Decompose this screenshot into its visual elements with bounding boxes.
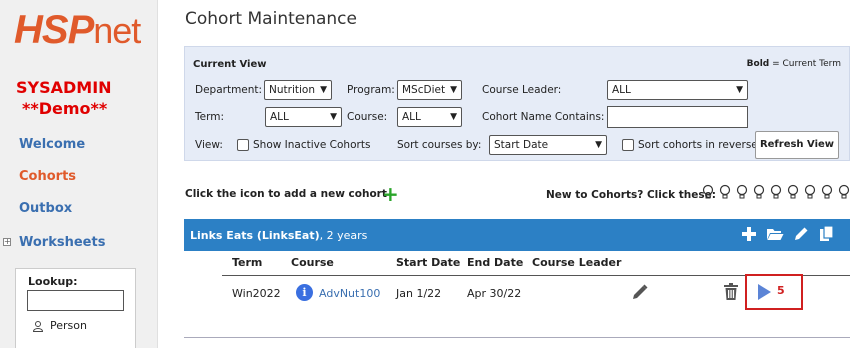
lightbulb-icon[interactable] <box>804 184 816 200</box>
lookup-input[interactable] <box>27 290 124 311</box>
play-count[interactable]: 5 <box>777 284 785 297</box>
add-cohort-icon[interactable]: + <box>382 182 399 206</box>
info-icon[interactable]: i <box>296 284 313 301</box>
person-icon <box>32 320 44 332</box>
sidebar-item-outbox[interactable]: Outbox <box>19 201 72 216</box>
user-role: SYSADMIN <box>16 78 112 97</box>
column-header-course-leader: Course Leader <box>532 256 622 269</box>
term-cell: Win2022 <box>232 287 281 300</box>
lookup-label: Lookup: <box>28 275 78 288</box>
column-header-course: Course <box>291 256 334 269</box>
term-label: Term: <box>195 111 224 123</box>
lightbulb-icon[interactable] <box>770 184 782 200</box>
course-link[interactable]: AdvNut100 <box>319 287 380 300</box>
play-icon[interactable] <box>756 283 772 301</box>
lightbulb-icon[interactable] <box>838 184 850 200</box>
cohort-header-bar: Links Eats (LinksEat), 2 years <box>184 219 850 251</box>
pencil-icon[interactable] <box>792 225 810 243</box>
cohort-actions <box>740 225 836 243</box>
program-select[interactable]: MScDiet ▼ <box>397 80 462 100</box>
department-select[interactable]: Nutrition ▼ <box>264 80 332 100</box>
sort-reverse-checkbox[interactable] <box>622 139 634 151</box>
lightbulb-icon[interactable] <box>821 184 833 200</box>
course-leader-select[interactable]: ALL ▼ <box>607 80 748 100</box>
new-to-cohorts-hint: New to Cohorts? Click these: <box>546 189 716 201</box>
cohort-title: Links Eats (LinksEat), 2 years <box>190 229 368 242</box>
sidebar-item-cohorts[interactable]: Cohorts <box>19 169 76 184</box>
table-bottom-divider <box>184 337 850 338</box>
column-header-term: Term <box>232 256 263 269</box>
trash-icon[interactable] <box>723 283 739 301</box>
sort-by-select[interactable]: Start Date ▼ <box>489 135 607 155</box>
expand-icon[interactable]: + <box>3 238 11 246</box>
cohort-name-label: Cohort Name Contains: <box>482 111 605 123</box>
sidebar: HSPnet SYSADMIN **Demo** Welcome Cohorts… <box>0 0 158 348</box>
lightbulb-icon[interactable] <box>719 184 731 200</box>
chevron-down-icon: ▼ <box>736 85 743 95</box>
copy-icon[interactable] <box>818 225 836 243</box>
program-label: Program: <box>347 84 395 96</box>
chevron-down-icon: ▼ <box>330 112 337 122</box>
hspnet-logo[interactable]: HSPnet <box>14 6 141 55</box>
add-icon[interactable] <box>740 225 758 243</box>
folder-open-icon[interactable] <box>766 225 784 243</box>
lightbulb-icon[interactable] <box>753 184 765 200</box>
start-date-cell: Jan 1/22 <box>396 287 442 300</box>
page-title: Cohort Maintenance <box>185 9 357 29</box>
current-view-title: Current View <box>193 59 267 70</box>
course-select[interactable]: ALL ▼ <box>397 107 462 127</box>
lightbulb-icon[interactable] <box>787 184 799 200</box>
add-cohort-hint: Click the icon to add a new cohort <box>185 188 387 200</box>
term-select[interactable]: ALL ▼ <box>265 107 342 127</box>
end-date-cell: Apr 30/22 <box>467 287 522 300</box>
demo-mode-label: **Demo** <box>22 99 108 118</box>
person-option[interactable]: Person <box>32 319 87 332</box>
sidebar-item-welcome[interactable]: Welcome <box>19 137 85 152</box>
play-highlight: 5 <box>745 274 803 310</box>
current-term-legend: Bold = Current Term <box>746 59 841 69</box>
column-header-end-date: End Date <box>467 256 524 269</box>
show-inactive-checkbox[interactable] <box>237 139 249 151</box>
chevron-down-icon: ▼ <box>320 85 327 95</box>
chevron-down-icon: ▼ <box>450 85 457 95</box>
sort-by-label: Sort courses by: <box>397 139 482 151</box>
refresh-view-button[interactable]: Refresh View <box>755 131 839 159</box>
view-label: View: <box>195 139 223 151</box>
sort-reverse-label: Sort cohorts in reverse <box>638 139 758 151</box>
person-label: Person <box>50 319 87 332</box>
chevron-down-icon: ▼ <box>450 112 457 122</box>
lightbulb-icon[interactable] <box>736 184 748 200</box>
edit-pencil-icon[interactable] <box>631 283 649 301</box>
chevron-down-icon: ▼ <box>595 140 602 150</box>
sidebar-item-worksheets[interactable]: Worksheets <box>19 235 105 250</box>
show-inactive-label: Show Inactive Cohorts <box>253 139 371 151</box>
lightbulb-icon[interactable] <box>702 184 714 200</box>
course-leader-label: Course Leader: <box>482 84 562 96</box>
column-header-start-date: Start Date <box>396 256 461 269</box>
course-label: Course: <box>347 111 388 123</box>
current-view-panel: Current View Bold = Current Term Departm… <box>184 46 850 161</box>
help-bulbs <box>702 184 850 200</box>
cohort-name-input[interactable] <box>607 106 748 128</box>
department-label: Department: <box>195 84 263 96</box>
lookup-panel: Lookup: Person <box>15 268 136 348</box>
